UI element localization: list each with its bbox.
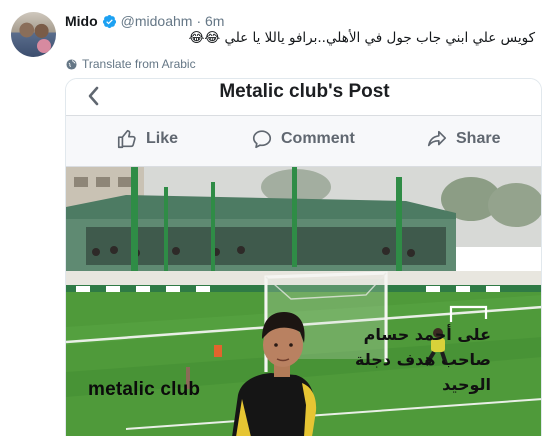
caption-ar-line: على أحمد حسام <box>363 325 491 344</box>
author-name[interactable]: Mido <box>65 13 98 29</box>
comment-button[interactable]: Comment <box>251 128 355 150</box>
photo-caption-ar: على أحمد حسام صاحب هدف دجلة الوحيد <box>321 322 491 397</box>
tweet-media[interactable]: Metalic club's Post Like Comment Share m… <box>65 78 542 436</box>
verified-badge-icon <box>102 14 116 28</box>
translate-label: Translate from Arabic <box>82 57 196 71</box>
author-handle[interactable]: @midoahm <box>121 13 193 29</box>
fb-post-title: Metalic club's Post <box>219 81 390 102</box>
like-icon <box>117 129 136 149</box>
tweet-time[interactable]: · 6m <box>196 13 224 29</box>
comment-label: Comment <box>281 130 355 147</box>
tweet-text: كويس علي ابني جاب جول في الأهلي..برافو ي… <box>188 30 535 46</box>
like-button[interactable]: Like <box>116 128 178 150</box>
fb-title-bar: Metalic club's Post <box>66 79 541 115</box>
caption-ar-line: الوحيد <box>442 375 491 394</box>
share-button[interactable]: Share <box>426 128 500 150</box>
photo-caption-en: metalic club <box>88 379 201 400</box>
translate-link[interactable]: Translate from Arabic <box>66 57 196 71</box>
comment-icon <box>252 130 272 149</box>
fb-action-bar: Like Comment Share <box>66 115 541 167</box>
caption-ar-line: صاحب هدف دجلة <box>355 350 491 369</box>
globe-icon <box>66 58 77 70</box>
avatar[interactable] <box>11 12 56 57</box>
share-label: Share <box>456 130 501 147</box>
like-label: Like <box>146 130 179 147</box>
share-icon <box>427 130 447 147</box>
tweet: Mido @midoahm · 6m كويس علي ابني جاب جول… <box>0 0 543 436</box>
